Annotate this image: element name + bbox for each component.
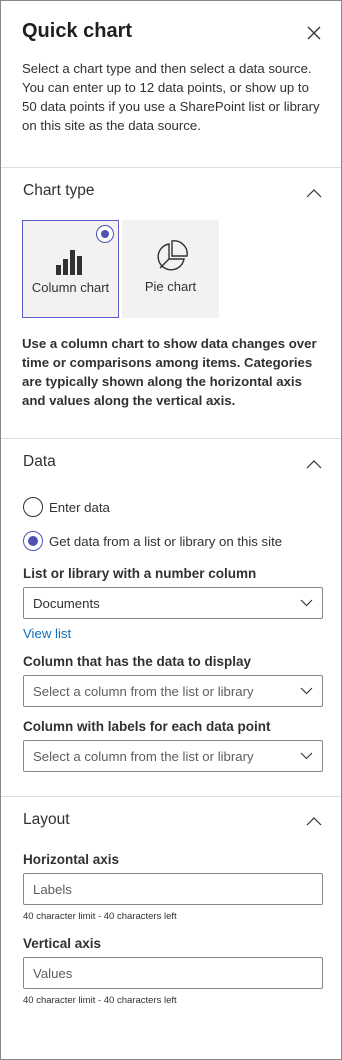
collapse-chart-type-button[interactable]	[306, 185, 322, 198]
radio-label: Enter data	[49, 500, 110, 515]
divider	[1, 438, 341, 439]
section-heading-chart-type: Chart type	[23, 182, 95, 199]
data-column-label: Column that has the data to display	[23, 654, 252, 669]
divider	[1, 796, 341, 797]
view-list-link[interactable]: View list	[23, 626, 71, 641]
section-heading-layout: Layout	[23, 811, 70, 828]
labels-column-label: Column with labels for each data point	[23, 719, 271, 734]
chevron-down-icon	[300, 599, 313, 607]
collapse-data-button[interactable]	[306, 456, 322, 469]
column-chart-icon	[56, 250, 82, 275]
section-heading-data: Data	[23, 453, 56, 470]
list-library-label: List or library with a number column	[23, 566, 257, 581]
horizontal-axis-hint: 40 character limit - 40 characters left	[23, 911, 177, 922]
data-column-dropdown[interactable]: Select a column from the list or library	[23, 675, 323, 707]
radio-label: Get data from a list or library on this …	[49, 534, 283, 549]
close-button[interactable]	[304, 23, 324, 43]
chart-type-description: Use a column chart to show data changes …	[22, 336, 317, 408]
chevron-up-icon	[306, 817, 322, 826]
vertical-axis-field[interactable]	[23, 957, 323, 989]
labels-column-dropdown[interactable]: Select a column from the list or library	[23, 740, 323, 772]
chart-type-option-column[interactable]: Column chart	[22, 220, 119, 318]
dropdown-placeholder: Select a column from the list or library	[33, 749, 254, 764]
vertical-axis-input[interactable]	[24, 958, 322, 988]
dropdown-placeholder: Select a column from the list or library	[33, 684, 254, 699]
vertical-axis-label: Vertical axis	[23, 936, 102, 951]
collapse-layout-button[interactable]	[306, 813, 322, 826]
horizontal-axis-input[interactable]	[24, 874, 322, 904]
chart-type-label: Pie chart	[144, 279, 197, 294]
chevron-up-icon	[306, 189, 322, 198]
selected-indicator-icon	[96, 225, 114, 243]
panel-title: Quick chart	[22, 20, 133, 42]
radio-get-data-from-list[interactable]	[23, 531, 43, 551]
divider	[1, 167, 341, 168]
chart-type-option-pie[interactable]: Pie chart	[122, 220, 219, 318]
radio-enter-data[interactable]	[23, 497, 43, 517]
chevron-down-icon	[300, 687, 313, 695]
horizontal-axis-field[interactable]	[23, 873, 323, 905]
dropdown-value: Documents	[33, 596, 100, 611]
vertical-axis-hint: 40 character limit - 40 characters left	[23, 995, 177, 1006]
pie-chart-icon	[157, 240, 188, 271]
close-icon	[307, 26, 321, 40]
list-library-dropdown[interactable]: Documents	[23, 587, 323, 619]
horizontal-axis-label: Horizontal axis	[23, 852, 120, 867]
chart-type-label: Column chart	[31, 280, 110, 295]
panel-description: Select a chart type and then select a da…	[22, 61, 320, 133]
quick-chart-panel: Quick chart Select a chart type and then…	[0, 0, 342, 1060]
chevron-up-icon	[306, 460, 322, 469]
chevron-down-icon	[300, 752, 313, 760]
